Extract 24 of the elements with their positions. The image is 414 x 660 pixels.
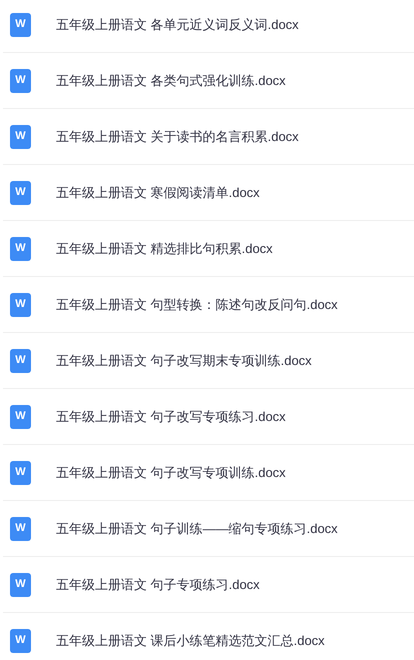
file-name[interactable]: 五年级上册语文 关于读书的名言积累.docx [56,126,299,146]
file-name[interactable]: 五年级上册语文 句子改写专项练习.docx [56,406,286,426]
file-name[interactable]: 五年级上册语文 句型转换：陈述句改反问句.docx [56,294,338,314]
file-name[interactable]: 五年级上册语文 寒假阅读清单.docx [56,182,260,202]
word-file-icon: W [10,12,31,36]
word-file-icon: W [10,348,31,372]
word-file-icon: W [10,180,31,204]
file-name[interactable]: 五年级上册语文 句子专项练习.docx [56,574,260,594]
word-file-icon: W [10,404,31,428]
file-name[interactable]: 五年级上册语文 句子改写专项训练.docx [56,462,286,482]
word-file-icon: W [10,236,31,260]
file-name[interactable]: 五年级上册语文 各单元近义词反义词.docx [56,14,299,34]
word-file-icon: W [10,124,31,148]
file-name[interactable]: 五年级上册语文 句子改写期末专项训练.docx [56,350,312,370]
file-name[interactable]: 五年级上册语文 各类句式强化训练.docx [56,70,286,90]
file-name[interactable]: 五年级上册语文 句子训练——缩句专项练习.docx [56,518,338,538]
file-name[interactable]: 五年级上册语文 课后小练笔精选范文汇总.docx [56,630,325,650]
file-name[interactable]: 五年级上册语文 精选排比句积累.docx [56,238,273,258]
word-file-icon: W [10,460,31,484]
word-file-icon: W [10,628,31,652]
word-file-icon: W [10,572,31,596]
word-file-icon: W [10,292,31,316]
word-file-icon: W [10,516,31,540]
word-file-icon: W [10,68,31,92]
